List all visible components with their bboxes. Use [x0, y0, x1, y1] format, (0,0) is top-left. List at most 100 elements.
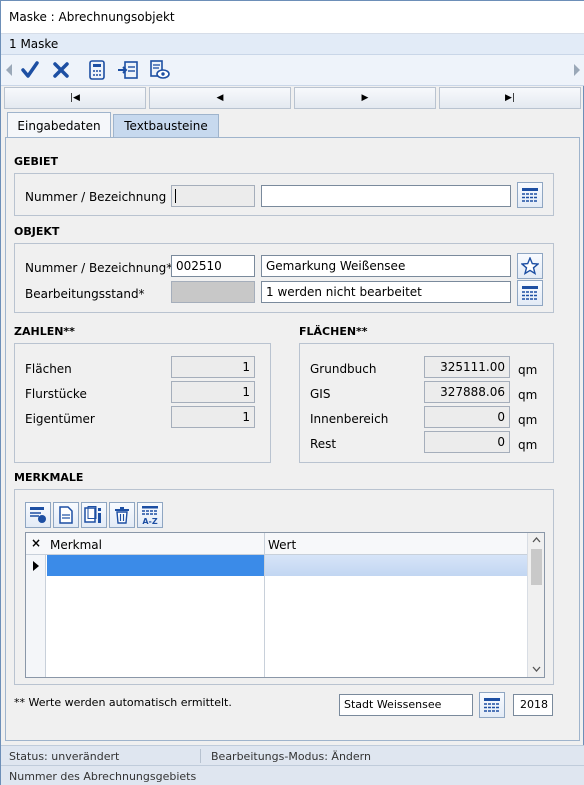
gebiet-label: Nummer / Bezeichnung [25, 190, 167, 204]
group-zahlen: Flächen 1 Flurstücke 1 Eigentümer 1 [14, 343, 271, 463]
list-add-icon [30, 507, 46, 523]
status-divider [200, 749, 201, 763]
window: Maske : Abrechnungsobjekt 1 Maske |◀ ◀ ▶ [0, 0, 584, 785]
section-title-flaechen: FLÄCHEN** [299, 325, 368, 338]
preview-icon[interactable] [147, 58, 171, 82]
scrollbar-thumb[interactable] [531, 549, 542, 585]
cross-icon[interactable] [49, 58, 73, 82]
field-hint-text: Nummer des Abrechnungsgebiets [9, 770, 197, 783]
section-title-zahlen: ZAHLEN** [14, 325, 75, 338]
merkmal-add-button[interactable] [25, 502, 51, 528]
toolbar [1, 55, 584, 86]
ort-input[interactable]: Stadt Weissensee [339, 694, 473, 716]
section-title-merkmale: MERKMALE [14, 471, 84, 484]
grid-close-icon[interactable]: × [31, 536, 41, 550]
document-icon [59, 506, 73, 524]
flaechen-gis-label: GIS [310, 387, 331, 401]
hint-bar: Nummer des Abrechnungsgebiets [1, 765, 584, 785]
flaechen-grundbuch-unit: qm [518, 363, 538, 377]
tab-textbausteine-label: Textbausteine [124, 119, 208, 133]
list-icon [484, 698, 500, 712]
merkmal-info-button[interactable] [81, 502, 107, 528]
nav-prev-button[interactable]: ◀ [149, 87, 291, 109]
trash-icon [115, 507, 129, 524]
form-panel: GEBIET Nummer / Bezeichnung OBJEKT Numme… [5, 137, 580, 741]
group-gebiet: Nummer / Bezeichnung [14, 173, 554, 216]
merkmal-sort-button[interactable]: A-Z [137, 502, 163, 528]
zahlen-eigentuemer-label: Eigentümer [25, 412, 95, 426]
merkmal-delete-button[interactable] [109, 502, 135, 528]
footnote: ** Werte werden automatisch ermittelt. [14, 696, 232, 709]
list-icon [522, 188, 538, 202]
group-flaechen: Grundbuch 325111.00 qm GIS 327888.06 qm … [299, 343, 554, 463]
text-cursor [175, 189, 176, 203]
column-header-wert[interactable]: Wert [268, 538, 296, 552]
group-objekt: Nummer / Bezeichnung* 002510 Gemarkung W… [14, 243, 554, 313]
status-text: Status: unverändert [9, 750, 120, 763]
flaechen-gis-value: 327888.06 [424, 381, 510, 403]
status-bar: Status: unverändert Bearbeitungs-Modus: … [1, 745, 584, 765]
gebiet-number-input[interactable] [171, 185, 255, 207]
check-icon[interactable] [18, 58, 42, 82]
gebiet-name-input[interactable] [261, 185, 511, 207]
objekt-stand-label: Bearbeitungsstand* [25, 287, 145, 301]
zahlen-flurstuecke-label: Flurstücke [25, 387, 87, 401]
flaechen-gis-unit: qm [518, 388, 538, 402]
nav-first-button[interactable]: |◀ [4, 87, 146, 109]
zahlen-eigentuemer-value: 1 [171, 406, 255, 428]
flaechen-rest-unit: qm [518, 438, 538, 452]
scroll-up-icon[interactable] [532, 537, 541, 543]
objekt-stand-input[interactable]: 1 werden nicht bearbeitet [261, 281, 511, 303]
record-navigator: |◀ ◀ ▶ ▶| [1, 86, 584, 110]
flaechen-grundbuch-value: 325111.00 [424, 356, 510, 378]
objekt-stand-code-input[interactable] [171, 281, 255, 303]
flaechen-innenbereich-value: 0 [424, 406, 510, 428]
gebiet-list-button[interactable] [517, 182, 543, 208]
flaechen-grundbuch-label: Grundbuch [310, 362, 377, 376]
objekt-favorite-button[interactable] [517, 253, 543, 279]
grid-scrollbar[interactable] [527, 533, 544, 677]
column-header-merkmal[interactable]: Merkmal [50, 538, 102, 552]
menu-item-maske[interactable]: 1 Maske [9, 37, 58, 51]
ort-list-button[interactable] [479, 692, 505, 718]
window-title: Maske : Abrechnungsobjekt [9, 10, 175, 24]
star-icon [521, 257, 539, 275]
flaechen-rest-value: 0 [424, 431, 510, 453]
jahr-input[interactable]: 2018 [513, 694, 553, 716]
nav-next-button[interactable]: ▶ [294, 87, 436, 109]
group-merkmale: A-Z × Merkmal Wert [14, 489, 554, 685]
sort-az-icon: A-Z [142, 506, 158, 525]
merkmal-document-button[interactable] [53, 502, 79, 528]
zahlen-flaechen-value: 1 [171, 356, 255, 378]
section-title-gebiet: GEBIET [14, 155, 59, 168]
title-bar: Maske : Abrechnungsobjekt [1, 1, 584, 34]
tab-eingabedaten[interactable]: Eingabedaten [7, 112, 111, 139]
objekt-stand-list-button[interactable] [517, 280, 543, 306]
flaechen-rest-label: Rest [310, 437, 337, 451]
zahlen-flurstuecke-value: 1 [171, 381, 255, 403]
menu-bar: 1 Maske [1, 34, 584, 55]
toolbar-scroll-left-icon[interactable] [3, 58, 15, 82]
tab-eingabedaten-label: Eingabedaten [17, 119, 101, 133]
objekt-nummer-label: Nummer / Bezeichnung* [25, 261, 173, 275]
calculator-icon[interactable] [85, 58, 109, 82]
tab-textbausteine[interactable]: Textbausteine [113, 114, 219, 138]
edit-mode-text: Bearbeitungs-Modus: Ändern [211, 750, 371, 763]
table-row-selected-wert[interactable] [265, 555, 527, 576]
export-icon[interactable] [116, 58, 140, 82]
nav-last-button[interactable]: ▶| [439, 87, 581, 109]
scroll-down-icon[interactable] [532, 666, 541, 672]
document-info-icon [84, 506, 101, 523]
flaechen-innenbereich-unit: qm [518, 413, 538, 427]
zahlen-flaechen-label: Flächen [25, 362, 72, 376]
objekt-bezeichnung-input[interactable]: Gemarkung Weißensee [261, 255, 511, 277]
objekt-nummer-input[interactable]: 002510 [171, 255, 255, 277]
toolbar-scroll-right-icon[interactable] [571, 58, 583, 82]
section-title-objekt: OBJEKT [14, 225, 60, 238]
svg-text:A-Z: A-Z [142, 517, 158, 525]
merkmale-grid: × Merkmal Wert [25, 532, 545, 678]
list-icon [522, 286, 538, 300]
table-row-selected-merkmal[interactable] [47, 555, 264, 576]
flaechen-innenbereich-label: Innenbereich [310, 412, 389, 426]
current-row-arrow-icon [32, 560, 40, 575]
